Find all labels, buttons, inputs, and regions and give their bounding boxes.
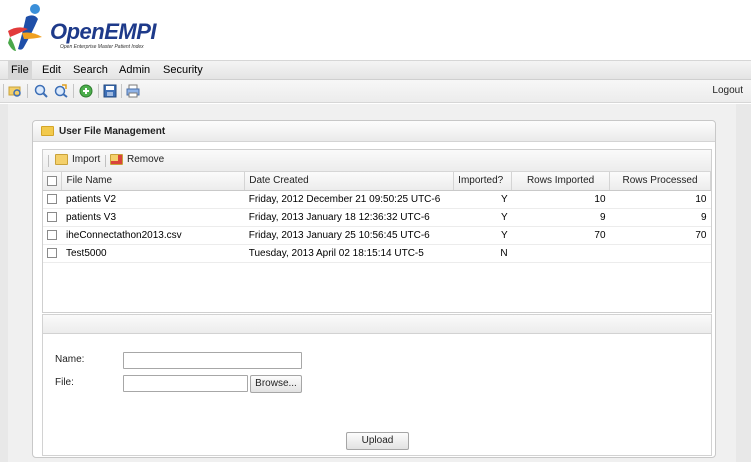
- cell-date-created: Friday, 2013 January 18 12:36:32 UTC-6: [244, 208, 454, 227]
- cell-imported: Y: [453, 208, 512, 227]
- panel-header: User File Management: [33, 121, 715, 142]
- table-row[interactable]: iheConnectathon2013.csv Friday, 2013 Jan…: [43, 226, 711, 245]
- row-checkbox[interactable]: [47, 229, 58, 240]
- panel-title: User File Management: [59, 126, 166, 137]
- toolbar-separator: [27, 84, 28, 98]
- select-all-checkbox[interactable]: [47, 175, 58, 186]
- app-header: OpenEMPI Open Enterprise Master Patient …: [0, 0, 751, 61]
- import-icon: [55, 154, 68, 165]
- openempi-logo: OpenEMPI Open Enterprise Master Patient …: [4, 3, 174, 58]
- user-file-management-panel: User File Management Import Remove File …: [32, 120, 716, 458]
- file-input[interactable]: [123, 375, 248, 392]
- zoom-refresh-icon[interactable]: [54, 84, 68, 98]
- zoom-in-icon[interactable]: [34, 84, 48, 98]
- logout-link[interactable]: Logout: [712, 85, 743, 96]
- cell-rows-imported: 9: [511, 208, 610, 227]
- table-header-row: File Name Date Created Imported? Rows Im…: [43, 172, 711, 191]
- toolbar-separator: [73, 84, 74, 98]
- table-row[interactable]: patients V3 Friday, 2013 January 18 12:3…: [43, 208, 711, 227]
- cell-file-name: patients V2: [61, 190, 245, 209]
- cell-rows-imported: 10: [511, 190, 610, 209]
- cell-date-created: Friday, 2013 January 25 10:56:45 UTC-6: [244, 226, 454, 245]
- cell-file-name: Test5000: [61, 244, 245, 263]
- cell-imported: Y: [453, 226, 512, 245]
- column-header-file-name[interactable]: File Name: [61, 172, 246, 191]
- row-checkbox[interactable]: [47, 247, 58, 258]
- menu-file[interactable]: File: [8, 61, 32, 80]
- cell-imported: Y: [453, 190, 512, 209]
- column-header-date-created[interactable]: Date Created: [244, 172, 455, 191]
- row-checkbox[interactable]: [47, 211, 58, 222]
- cell-rows-processed: 70: [609, 226, 711, 245]
- cell-imported: N: [453, 244, 512, 263]
- grid-toolbar-separator: [48, 155, 49, 167]
- main-toolbar: Logout: [0, 80, 751, 103]
- row-checkbox-cell: [43, 208, 62, 227]
- form-section-header: [42, 314, 712, 334]
- cell-file-name: patients V3: [61, 208, 245, 227]
- logo-tagline: Open Enterprise Master Patient Index: [60, 44, 144, 50]
- table-row[interactable]: Test5000 Tuesday, 2013 April 02 18:15:14…: [43, 244, 711, 263]
- upload-button[interactable]: Upload: [346, 432, 409, 450]
- add-icon[interactable]: [79, 84, 93, 98]
- menu-edit[interactable]: Edit: [42, 64, 61, 76]
- grid-toolbar-separator: [105, 155, 106, 167]
- browse-button[interactable]: Browse...: [250, 375, 302, 393]
- toolbar-separator: [3, 84, 4, 98]
- menu-search[interactable]: Search: [73, 64, 108, 76]
- toolbar-separator: [98, 84, 99, 98]
- upload-form: Name: File: Browse... Upload: [42, 334, 712, 456]
- menu-admin[interactable]: Admin: [119, 64, 150, 76]
- cell-rows-imported: 70: [511, 226, 610, 245]
- logo-figure-icon: [8, 4, 42, 51]
- menu-bar: File Edit Search Admin Security: [0, 61, 751, 80]
- name-label: Name:: [55, 354, 85, 365]
- save-icon[interactable]: [103, 84, 117, 98]
- cell-rows-processed: 10: [609, 190, 711, 209]
- cell-rows-processed: 9: [609, 208, 711, 227]
- grid-toolbar: Import Remove: [43, 150, 711, 172]
- file-grid: Import Remove File Name Date Created Imp…: [42, 149, 712, 313]
- row-checkbox-cell: [43, 190, 62, 209]
- cell-date-created: Tuesday, 2013 April 02 18:15:14 UTC-5: [244, 244, 454, 263]
- import-button[interactable]: Import: [55, 154, 100, 168]
- column-header-rows-imported[interactable]: Rows Imported: [511, 172, 611, 191]
- file-label: File:: [55, 377, 74, 388]
- folder-icon: [41, 126, 54, 136]
- row-checkbox-cell: [43, 226, 62, 245]
- remove-icon: [110, 154, 123, 165]
- column-header-imported[interactable]: Imported?: [453, 172, 513, 191]
- cell-rows-processed: [609, 244, 711, 263]
- cell-rows-imported: [511, 244, 610, 263]
- remove-button[interactable]: Remove: [110, 154, 164, 168]
- select-all-cell: [43, 172, 63, 191]
- cell-file-name: iheConnectathon2013.csv: [61, 226, 245, 245]
- table-row[interactable]: patients V2 Friday, 2012 December 21 09:…: [43, 190, 711, 209]
- logo-wordmark: OpenEMPI: [50, 19, 157, 44]
- folder-search-icon[interactable]: [8, 84, 22, 98]
- cell-date-created: Friday, 2012 December 21 09:50:25 UTC-6: [244, 190, 454, 209]
- column-header-rows-processed[interactable]: Rows Processed: [609, 172, 711, 191]
- row-checkbox-cell: [43, 244, 62, 263]
- name-input[interactable]: [123, 352, 302, 369]
- row-checkbox[interactable]: [47, 193, 58, 204]
- file-table: File Name Date Created Imported? Rows Im…: [43, 172, 711, 263]
- toolbar-separator: [121, 84, 122, 98]
- print-icon[interactable]: [126, 84, 140, 98]
- menu-security[interactable]: Security: [163, 64, 203, 76]
